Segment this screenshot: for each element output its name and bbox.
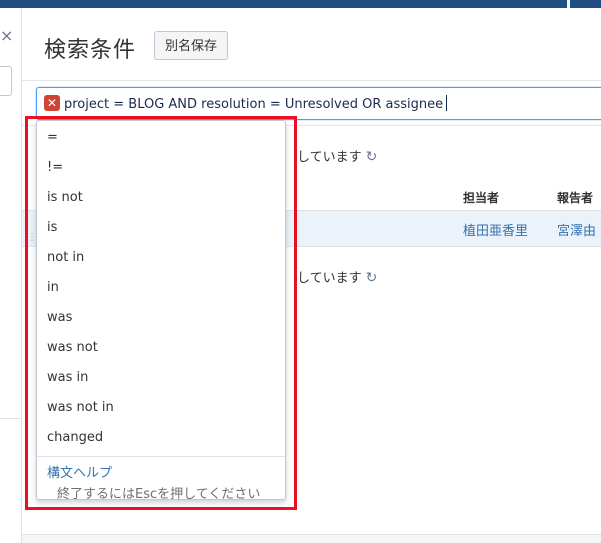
save-as-button[interactable]: 別名保存	[154, 31, 229, 60]
assignee-link[interactable]: 植田亜香里	[463, 220, 528, 239]
refresh-icon[interactable]: ↻	[366, 149, 378, 165]
jql-query-text: project = BLOG AND resolution = Unresolv…	[64, 95, 448, 112]
page-title: 検索条件	[44, 38, 137, 63]
left-filter-panel: ×	[0, 8, 22, 543]
status-text: しています	[297, 271, 362, 286]
status-message-bottom: しています ↻	[297, 267, 377, 286]
reporter-link[interactable]: 宮澤由	[557, 220, 596, 239]
column-header-reporter[interactable]: 報告者	[557, 189, 593, 206]
filter-search-input[interactable]	[0, 66, 12, 96]
refresh-icon[interactable]: ↻	[366, 270, 378, 286]
left-panel-divider	[0, 418, 22, 419]
close-icon[interactable]: ×	[0, 26, 13, 46]
top-bar-separator	[567, 0, 570, 8]
status-text: しています	[297, 150, 362, 165]
error-icon[interactable]: ✕	[44, 95, 60, 111]
text-caret	[446, 95, 448, 111]
annotation-highlight-box	[25, 116, 297, 510]
column-header-assignee[interactable]: 担当者	[463, 189, 499, 206]
header-divider	[22, 80, 601, 81]
status-message-top: しています ↻	[297, 146, 377, 165]
jql-query-value: project = BLOG AND resolution = Unresolv…	[64, 97, 444, 112]
top-navigation-bar	[0, 0, 601, 8]
